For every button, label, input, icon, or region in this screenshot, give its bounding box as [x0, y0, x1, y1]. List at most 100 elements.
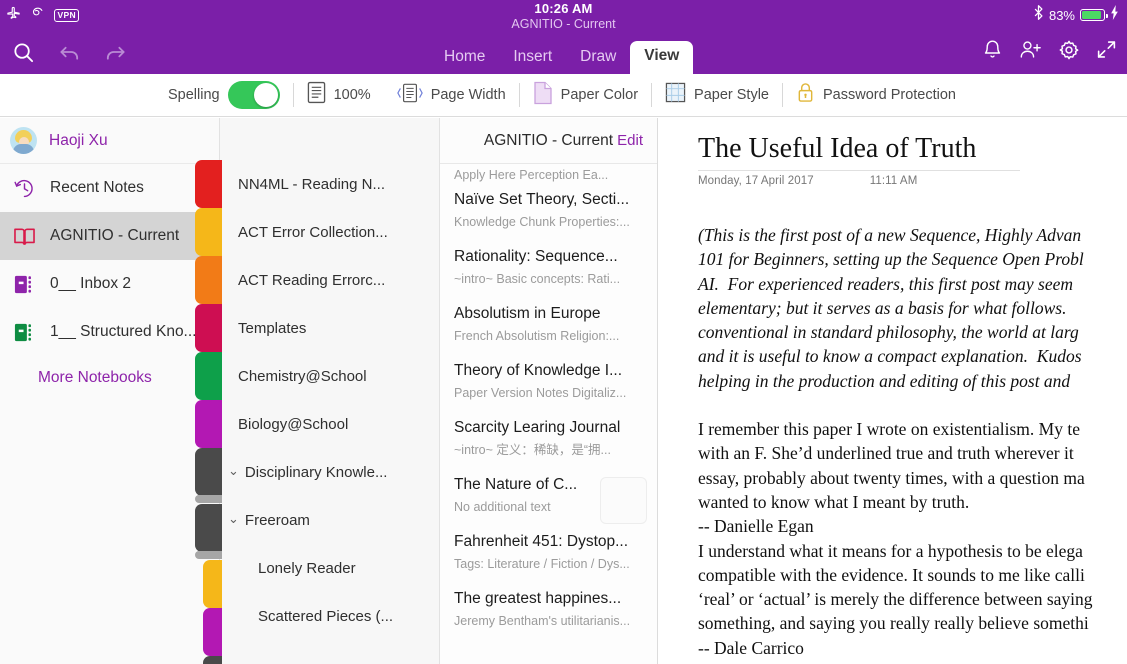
notebook-item-lonely-reader[interactable]: Lonely Reader: [220, 544, 439, 592]
notebook-group-disciplinary[interactable]: ⌄Disciplinary Knowle...: [220, 448, 439, 496]
notebook-item-chemistry[interactable]: Chemistry@School: [220, 352, 439, 400]
tab-home[interactable]: Home: [430, 42, 499, 74]
sidebar-item-agnitio-current[interactable]: AGNITIO - Current: [0, 212, 219, 260]
color-tab-green[interactable]: [195, 352, 222, 400]
ribbon-right-tools: [982, 30, 1117, 74]
document-date: Monday, 17 April 2017: [698, 175, 814, 187]
list-item[interactable]: Theory of Knowledge I... Paper Version N…: [440, 353, 657, 410]
bluetooth-icon: [1033, 4, 1044, 26]
document-time: 11:11 AM: [870, 175, 918, 187]
paper-style-icon: [665, 82, 686, 108]
note-partial-preview: Apply Here Perception Ea...: [440, 164, 657, 182]
ribbon-tabs: Home Insert Draw View: [430, 30, 693, 74]
lock-icon: [796, 81, 815, 109]
note-list-header: AGNITIO - Current Edit: [440, 118, 657, 164]
note-title: Scarcity Learing Journal: [454, 418, 647, 438]
chevron-down-icon[interactable]: ⌄: [228, 463, 239, 479]
notebook-label: Freeroam: [245, 512, 310, 529]
list-item[interactable]: The greatest happines... Jeremy Bentham'…: [440, 581, 657, 638]
notebook-label: ACT Error Collection...: [238, 224, 388, 241]
spelling-control[interactable]: Spelling: [168, 81, 280, 109]
note-preview: No additional text: [454, 498, 594, 516]
notebook-label: Scattered Pieces (...: [258, 608, 393, 625]
undo-icon[interactable]: [46, 30, 92, 74]
edit-button[interactable]: Edit: [617, 132, 643, 149]
note-preview: French Absolutism Religion:...: [454, 327, 647, 345]
note-preview: Knowledge Chunk Properties:...: [454, 213, 647, 231]
tab-insert[interactable]: Insert: [499, 42, 566, 74]
spelling-label: Spelling: [168, 87, 220, 103]
notebook-item-templates[interactable]: Templates: [220, 304, 439, 352]
notebook-color-tabs: [195, 160, 222, 664]
search-icon[interactable]: [0, 30, 46, 74]
document-pane[interactable]: The Useful Idea of Truth Monday, 17 Apri…: [658, 118, 1127, 664]
zoom-control[interactable]: 100%: [307, 81, 371, 109]
note-preview: Tags: Literature / Fiction / Dys...: [454, 555, 647, 573]
color-tab-red[interactable]: [195, 160, 222, 208]
color-tab-group-freeroam[interactable]: [195, 504, 222, 552]
page-width-button[interactable]: Page Width: [397, 82, 506, 109]
notebook-label: Templates: [238, 320, 306, 337]
notebook-item-act-reading[interactable]: ACT Reading Errorc...: [220, 256, 439, 304]
notebook-group-freeroam[interactable]: ⌄ Freeroam: [220, 496, 439, 544]
notebook-label: NN4ML - Reading N...: [238, 176, 385, 193]
note-title: Naïve Set Theory, Secti...: [454, 190, 647, 210]
notebook-item-scattered-pieces[interactable]: Scattered Pieces (...: [220, 592, 439, 640]
color-tab-yellow[interactable]: [195, 208, 222, 256]
sidebar-item-inbox[interactable]: 0__ Inbox 2: [0, 260, 219, 308]
color-tab-orange[interactable]: [195, 256, 222, 304]
password-protection-button[interactable]: Password Protection: [796, 81, 956, 109]
document-page-icon: [307, 81, 326, 109]
sidebar-item-structured-knowledge[interactable]: 1__ Structured Kno...: [0, 308, 219, 356]
paper-style-button[interactable]: Paper Style: [665, 82, 769, 108]
charging-bolt-icon: [1110, 5, 1119, 25]
note-preview: ~intro~ 定义：稀缺，是“拥...: [454, 441, 647, 459]
list-item[interactable]: Rationality: Sequence... ~intro~ Basic c…: [440, 239, 657, 296]
gear-icon[interactable]: [1058, 39, 1080, 66]
view-ribbon: Spelling 100% Page Width Paper Color: [0, 74, 1127, 117]
spelling-toggle[interactable]: [228, 81, 280, 109]
list-item[interactable]: Naïve Set Theory, Secti... Knowledge Chu…: [440, 182, 657, 239]
redo-icon[interactable]: [92, 30, 138, 74]
color-tab-magenta[interactable]: [195, 400, 222, 448]
tab-view[interactable]: View: [630, 41, 693, 74]
battery-icon: [1080, 9, 1105, 21]
notebook-column: NN4ML - Reading N... ACT Error Collectio…: [220, 118, 440, 664]
bell-icon[interactable]: [982, 39, 1003, 65]
notebook-item-biology[interactable]: Biology@School: [220, 400, 439, 448]
notebook-item-nn4ml[interactable]: NN4ML - Reading N...: [220, 160, 439, 208]
list-item[interactable]: Scarcity Learing Journal ~intro~ 定义：稀缺，是…: [440, 410, 657, 467]
sidebar-item-label: 0__ Inbox 2: [50, 275, 131, 293]
status-bar-right: 83%: [1033, 0, 1119, 30]
document-meta: Monday, 17 April 2017 11:11 AM: [698, 175, 1127, 187]
list-item[interactable]: Fahrenheit 451: Dystop... Tags: Literatu…: [440, 524, 657, 581]
list-item[interactable]: The Nature of C... No additional text: [440, 467, 657, 524]
note-preview: Paper Version Notes Digitaliz...: [454, 384, 647, 402]
paper-color-button[interactable]: Paper Color: [533, 81, 638, 110]
user-account-row[interactable]: Haoji Xu: [0, 118, 219, 164]
color-tab-group-disciplinary[interactable]: [195, 448, 222, 496]
battery-percent: 83%: [1049, 8, 1075, 23]
add-person-icon[interactable]: [1019, 39, 1042, 65]
note-list-title: AGNITIO - Current: [484, 132, 613, 150]
note-title: The greatest happines...: [454, 589, 647, 609]
note-preview: Jeremy Bentham's utilitarianis...: [454, 612, 647, 630]
chevron-down-icon[interactable]: ⌄: [228, 511, 239, 527]
note-title: Absolutism in Europe: [454, 304, 647, 324]
list-item[interactable]: Absolutism in Europe French Absolutism R…: [440, 296, 657, 353]
note-list[interactable]: Apply Here Perception Ea... Naïve Set Th…: [440, 164, 657, 664]
sidebar-item-label: Recent Notes: [50, 179, 144, 197]
more-notebooks-link[interactable]: More Notebooks: [0, 356, 219, 400]
notebook-item-act-error[interactable]: ACT Error Collection...: [220, 208, 439, 256]
ribbon-divider-2: [519, 83, 520, 107]
document-intro-paragraph: (This is the first post of a new Sequenc…: [698, 223, 1127, 393]
color-tab-crimson[interactable]: [195, 304, 222, 352]
ribbon-divider-3: [651, 83, 652, 107]
tab-draw[interactable]: Draw: [566, 42, 630, 74]
paper-style-label: Paper Style: [694, 87, 769, 103]
recent-clock-icon: [12, 178, 36, 199]
ribbon-divider-4: [782, 83, 783, 107]
expand-icon[interactable]: [1096, 39, 1117, 65]
sidebar-item-recent-notes[interactable]: Recent Notes: [0, 164, 219, 212]
status-bar-subtitle: AGNITIO - Current: [0, 17, 1127, 31]
